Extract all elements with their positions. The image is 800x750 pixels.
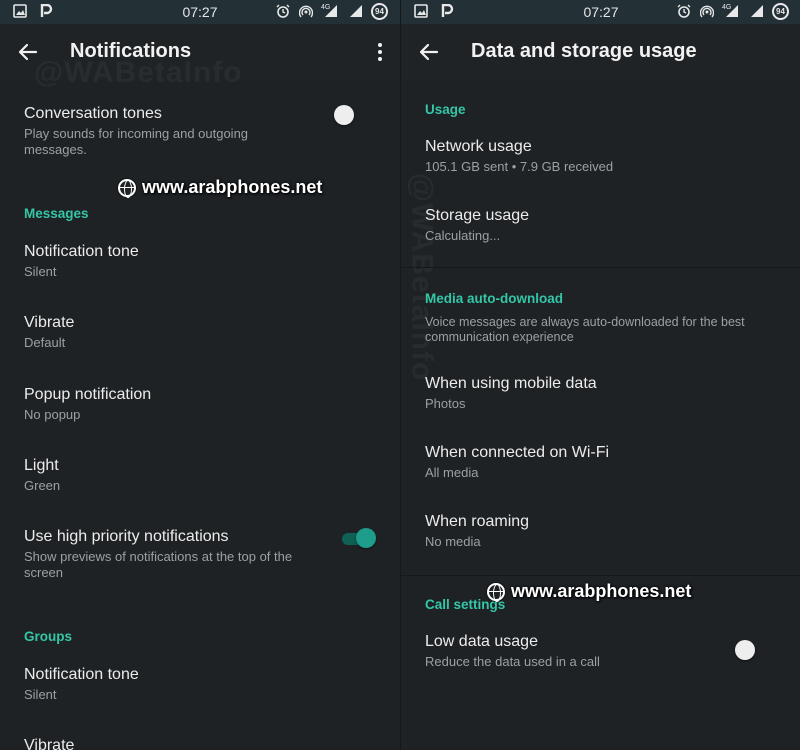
setting-value: 105.1 GB sent • 7.9 GB received	[425, 159, 614, 174]
switch-thumb	[334, 105, 354, 125]
battery-icon: 94	[371, 3, 388, 20]
setting-title: Notification tone	[24, 243, 139, 260]
setting-title: Vibrate	[24, 737, 75, 750]
back-arrow-icon[interactable]	[415, 38, 443, 66]
mobile-data-setting[interactable]: When using mobile data Photos	[425, 374, 777, 412]
setting-title: When roaming	[425, 513, 530, 530]
wifi-setting[interactable]: When connected on Wi-Fi All media	[425, 443, 777, 481]
conversation-tones-setting[interactable]: Conversation tones Play sounds for incom…	[24, 104, 376, 158]
setting-title: Use high priority notifications	[24, 528, 229, 545]
setting-subtitle: Reduce the data used in a call	[425, 654, 600, 669]
notifications-screen: 07:27 4G 94 Notifications @WABeta	[0, 0, 400, 750]
site-watermark: www.arabphones.net	[118, 177, 322, 198]
battery-icon: 94	[772, 3, 789, 20]
site-watermark: www.arabphones.net	[487, 581, 691, 602]
media-auto-download-header: Media auto-download	[425, 291, 563, 306]
low-data-usage-setting[interactable]: Low data usage Reduce the data used in a…	[425, 632, 777, 670]
setting-value: Green	[24, 478, 61, 493]
light-setting[interactable]: Light Green	[24, 456, 376, 494]
setting-title: Popup notification	[24, 386, 152, 403]
high-priority-setting[interactable]: Use high priority notifications Show pre…	[24, 527, 376, 581]
usage-section-header: Usage	[425, 102, 466, 117]
messages-section-header: Messages	[24, 206, 89, 221]
signal-type-label: 4G	[321, 3, 331, 11]
setting-value: Silent	[24, 264, 57, 279]
watermark-ghost: @WABetaInfo	[34, 56, 243, 90]
alarm-icon	[676, 4, 692, 20]
setting-title: When using mobile data	[425, 375, 597, 392]
hotspot-icon	[298, 4, 314, 20]
toolbar: Data and storage usage	[401, 24, 800, 80]
group-vibrate-setting[interactable]: Vibrate	[24, 736, 376, 750]
status-bar: 07:27 4G 94	[0, 0, 400, 24]
setting-title: When connected on Wi-Fi	[425, 444, 610, 461]
more-options-icon[interactable]	[372, 38, 388, 66]
high-priority-switch[interactable]	[340, 528, 376, 548]
setting-value: Calculating...	[425, 228, 501, 243]
hotspot-icon	[699, 4, 715, 20]
popup-notification-setting[interactable]: Popup notification No popup	[24, 385, 376, 423]
data-storage-screen: 07:27 4G 94 Data and storage usage @WABe…	[400, 0, 800, 750]
status-bar: 07:27 4G 94	[401, 0, 800, 24]
switch-thumb	[735, 640, 755, 660]
groups-section-header: Groups	[24, 629, 73, 644]
signal-icon	[749, 4, 765, 20]
watermark-ghost: @WABetaInfo	[404, 173, 438, 382]
storage-usage-setting[interactable]: Storage usage Calculating...	[425, 206, 777, 244]
conversation-tones-switch[interactable]	[334, 105, 370, 125]
switch-thumb	[356, 528, 376, 548]
setting-title: Network usage	[425, 138, 532, 155]
setting-value: No media	[425, 534, 481, 549]
watermark-text: www.arabphones.net	[142, 177, 323, 197]
page-title: Data and storage usage	[471, 40, 697, 62]
setting-title: Storage usage	[425, 207, 530, 224]
cell-signal-4g-icon: 4G	[722, 4, 742, 20]
message-vibrate-setting[interactable]: Vibrate Default	[24, 313, 376, 351]
cell-signal-4g-icon: 4G	[321, 4, 341, 20]
group-notification-tone-setting[interactable]: Notification tone Silent	[24, 665, 376, 703]
setting-value: Silent	[24, 687, 57, 702]
setting-value: Photos	[425, 396, 466, 411]
media-auto-download-note: Voice messages are always auto-downloade…	[425, 315, 745, 344]
section-divider	[401, 575, 800, 576]
setting-value: Default	[24, 335, 66, 350]
roaming-setting[interactable]: When roaming No media	[425, 512, 777, 550]
setting-title: Light	[24, 457, 59, 474]
setting-title: Low data usage	[425, 633, 538, 650]
section-divider	[401, 267, 800, 268]
setting-title: Vibrate	[24, 314, 75, 331]
globe-icon	[487, 582, 505, 602]
setting-title: Conversation tones	[24, 105, 162, 122]
setting-title: Notification tone	[24, 666, 139, 683]
alarm-icon	[275, 4, 291, 20]
setting-value: All media	[425, 465, 479, 480]
setting-value: No popup	[24, 407, 81, 422]
watermark-text: www.arabphones.net	[511, 581, 692, 601]
network-usage-setting[interactable]: Network usage 105.1 GB sent • 7.9 GB rec…	[425, 137, 777, 175]
signal-type-label: 4G	[722, 3, 732, 11]
signal-icon	[348, 4, 364, 20]
globe-icon	[118, 178, 136, 198]
setting-subtitle: Play sounds for incoming and outgoing me…	[24, 126, 249, 157]
low-data-usage-switch[interactable]	[735, 640, 771, 660]
message-notification-tone-setting[interactable]: Notification tone Silent	[24, 242, 376, 280]
setting-subtitle: Show previews of notifications at the to…	[24, 549, 293, 580]
